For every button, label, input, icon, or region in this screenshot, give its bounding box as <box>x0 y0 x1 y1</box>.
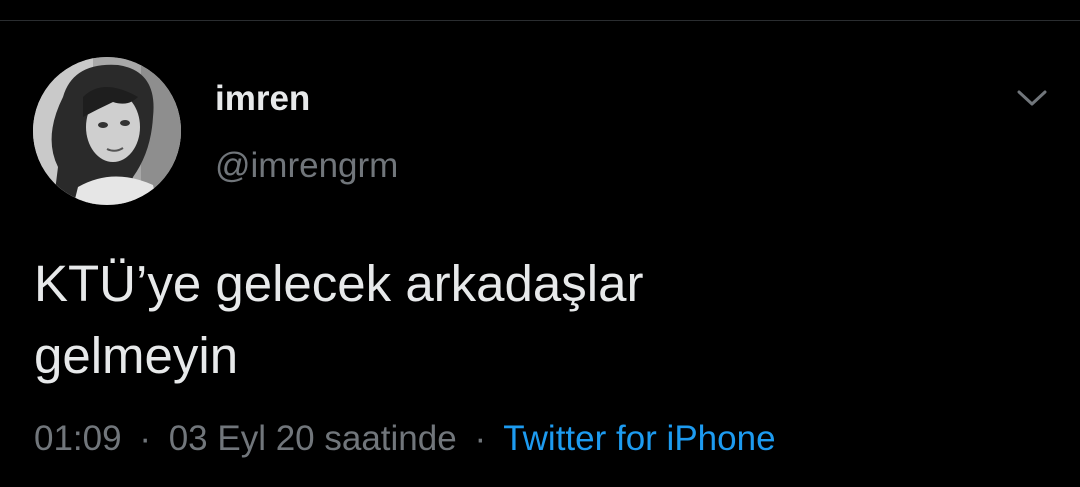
avatar-photo <box>33 57 181 205</box>
author-avatar[interactable] <box>33 57 181 205</box>
tweet-date[interactable]: 03 Eyl 20 saatinde <box>169 419 457 458</box>
tweet-source-link[interactable]: Twitter for iPhone <box>503 419 775 458</box>
author-display-name[interactable]: imren <box>215 78 310 120</box>
author-handle[interactable]: @imrengrm <box>215 145 398 187</box>
tweet-metadata: 01:09 · 03 Eyl 20 saatinde · Twitter for… <box>34 415 776 463</box>
meta-separator: · <box>474 419 487 458</box>
tweet-time[interactable]: 01:09 <box>34 419 122 458</box>
meta-separator: · <box>139 419 151 458</box>
top-divider <box>0 20 1080 21</box>
chevron-down-icon <box>1017 90 1047 106</box>
tweet-text: KTÜ’ye gelecek arkadaşlar gelmeyin <box>34 255 644 384</box>
more-options-button[interactable] <box>1008 80 1056 116</box>
